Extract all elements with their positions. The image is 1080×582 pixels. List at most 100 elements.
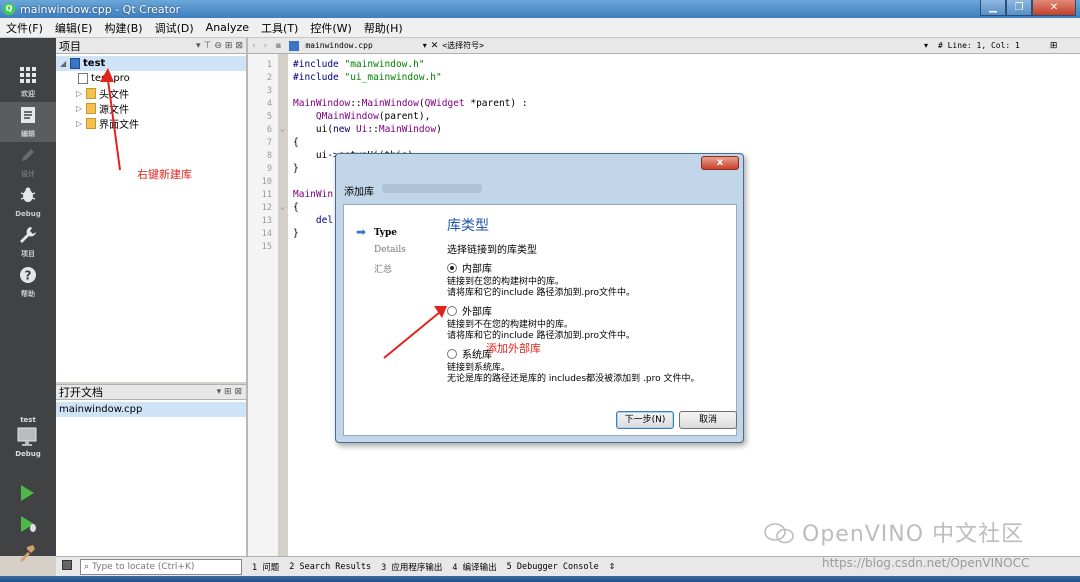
menu-widgets[interactable]: 控件(W) [304, 20, 357, 36]
option-label: 外部库 [462, 307, 492, 318]
dialog-close-button[interactable]: x [701, 156, 739, 170]
line-number: 1 [266, 60, 272, 70]
window-controls: ▁ ❐ ✕ [980, 0, 1076, 16]
open-documents-tools[interactable]: ▾ ⊞ ⊠ [217, 387, 242, 397]
expand-arrow-icon[interactable]: ▷ [76, 89, 86, 98]
split-icon[interactable]: ⊞ [225, 41, 233, 51]
radio-button[interactable] [447, 305, 457, 316]
option-description-line: 链接到系统库。 [447, 363, 511, 373]
qt-creator-icon: Q [3, 3, 15, 15]
mode-help[interactable]: ? 帮助 [0, 262, 56, 302]
close-panel-icon[interactable]: ⊠ [235, 41, 243, 51]
file-dropdown-icon[interactable]: ▾ [423, 41, 427, 50]
kit-selector[interactable]: test Debug [0, 416, 56, 458]
mode-debug[interactable]: Debug [0, 182, 56, 222]
fold-marker-icon[interactable]: ⌄ [280, 202, 288, 211]
mode-projects[interactable]: 项目 [0, 222, 56, 262]
open-document-item[interactable]: mainwindow.cpp [56, 402, 246, 417]
option-description: 链接到在您的构建树中的库。 请将库和它的include 路径添加到.pro文件中… [447, 277, 635, 299]
radio-button[interactable] [447, 348, 457, 359]
line-number: 10 [261, 177, 272, 187]
output-pane-search[interactable]: 2 Search Results [289, 562, 371, 572]
line-number: 12 [261, 203, 272, 213]
close-window-button[interactable]: ✕ [1032, 0, 1076, 16]
link-icon[interactable]: ⊖ [214, 41, 222, 51]
next-button[interactable]: 下一步(N) [616, 411, 674, 429]
mode-welcome[interactable]: 欢迎 [0, 62, 56, 102]
sidebar-toggle-icon[interactable] [62, 560, 72, 570]
line-number-gutter: 1 2 3 4 5 6 7 8 9 10 11 12 13 14 15 [248, 54, 278, 556]
maximize-button[interactable]: ❐ [1006, 0, 1032, 16]
code-line: #include "mainwindow.h" [293, 59, 425, 70]
dropdown-icon[interactable]: ▾ [196, 41, 201, 51]
annotation-right-click: 右键新建库 [137, 168, 192, 181]
menu-analyze[interactable]: Analyze [200, 21, 255, 34]
tree-item-project[interactable]: ◢ test [56, 56, 246, 71]
expand-arrow-icon[interactable]: ◢ [60, 59, 70, 68]
radio-button[interactable] [447, 262, 457, 273]
menu-edit[interactable]: 编辑(E) [49, 20, 99, 36]
line-number: 8 [266, 151, 272, 161]
mode-label: 编辑 [21, 130, 35, 138]
minimize-button[interactable]: ▁ [980, 0, 1006, 16]
split-editor-icon[interactable]: ⊞ [1050, 41, 1058, 51]
output-pane-app-output[interactable]: 3 应用程序输出 [381, 561, 442, 573]
line-number: 6 [266, 125, 272, 135]
radio-internal-library[interactable]: 内部库 [447, 260, 492, 275]
symbol-selector[interactable]: <选择符号> [442, 40, 484, 51]
expand-arrow-icon[interactable]: ▷ [76, 104, 86, 113]
menu-file[interactable]: 文件(F) [0, 20, 49, 36]
nav-forward-icon[interactable]: › [264, 41, 268, 51]
svg-text:?: ? [25, 269, 32, 283]
run-icon[interactable] [18, 484, 36, 502]
folder-icon [86, 118, 96, 129]
option-description-line: 请将库和它的include 路径添加到.pro文件中。 [447, 288, 636, 298]
expand-arrow-icon[interactable]: ▷ [76, 119, 86, 128]
edit-icon [21, 107, 35, 123]
locator-input[interactable]: ⌕ Type to locate (Ctrl+K) [80, 558, 242, 575]
current-file-combo[interactable]: mainwindow.cpp [305, 41, 372, 50]
mode-edit[interactable]: 编辑 [0, 102, 56, 142]
cancel-button[interactable]: 取消 [679, 411, 737, 429]
lock-icon: ▪ [275, 40, 282, 51]
menu-tools[interactable]: 工具(T) [255, 20, 304, 36]
line-number: 3 [266, 86, 272, 96]
search-icon: ⌕ [84, 561, 90, 572]
tree-item-forms[interactable]: ▷ 界面文件 [76, 116, 139, 131]
fold-marker-icon[interactable]: ⌄ [280, 124, 288, 133]
code-line: del [315, 215, 334, 226]
line-number: 7 [266, 138, 272, 148]
output-pane-compile[interactable]: 4 编译输出 [452, 561, 496, 573]
output-pane-debugger[interactable]: 5 Debugger Console [507, 562, 599, 572]
wrench-icon [20, 227, 36, 243]
build-hammer-icon[interactable] [18, 544, 36, 562]
mode-label: 项目 [21, 250, 35, 258]
taskbar [0, 576, 1080, 582]
nav-back-icon[interactable]: ‹ [252, 41, 256, 51]
menu-build[interactable]: 构建(B) [98, 20, 148, 36]
code-line: { [293, 137, 299, 148]
menu-help[interactable]: 帮助(H) [358, 20, 409, 36]
step-summary: 汇总 [374, 265, 393, 275]
filter-icon[interactable]: ⊤ [204, 41, 212, 51]
symbol-dropdown-icon[interactable]: ▾ [924, 41, 928, 50]
tree-item-label: test.pro [91, 73, 130, 84]
folder-icon [86, 88, 96, 99]
wizard-steps: ➡ Type Details 汇总 [344, 205, 436, 385]
tree-item-sources[interactable]: ▷ 源文件 [76, 101, 129, 116]
close-file-icon[interactable]: ✕ [431, 41, 439, 51]
kit-build-type: Debug [15, 450, 41, 458]
tree-item-headers[interactable]: ▷ 头文件 [76, 86, 129, 101]
pane-scroll-icon[interactable]: ⇕ [609, 562, 616, 571]
tree-item-pro-file[interactable]: test.pro [78, 71, 130, 86]
debug-run-icon[interactable] [18, 515, 38, 533]
mode-design[interactable]: 设计 [0, 142, 56, 182]
code-line: QMainWindow(parent), [315, 111, 431, 122]
option-description-line: 链接到不在您的构建树中的库。 [447, 320, 574, 330]
option-description-line: 请将库和它的include 路径添加到.pro文件中。 [447, 331, 636, 341]
current-step-arrow-icon: ➡ [356, 225, 367, 239]
menu-debug[interactable]: 调试(D) [149, 20, 200, 36]
option-description: 链接到不在您的构建树中的库。 请将库和它的include 路径添加到.pro文件… [447, 320, 635, 342]
output-pane-issues[interactable]: 1 问题 [252, 561, 279, 573]
radio-external-library[interactable]: 外部库 [447, 303, 492, 318]
